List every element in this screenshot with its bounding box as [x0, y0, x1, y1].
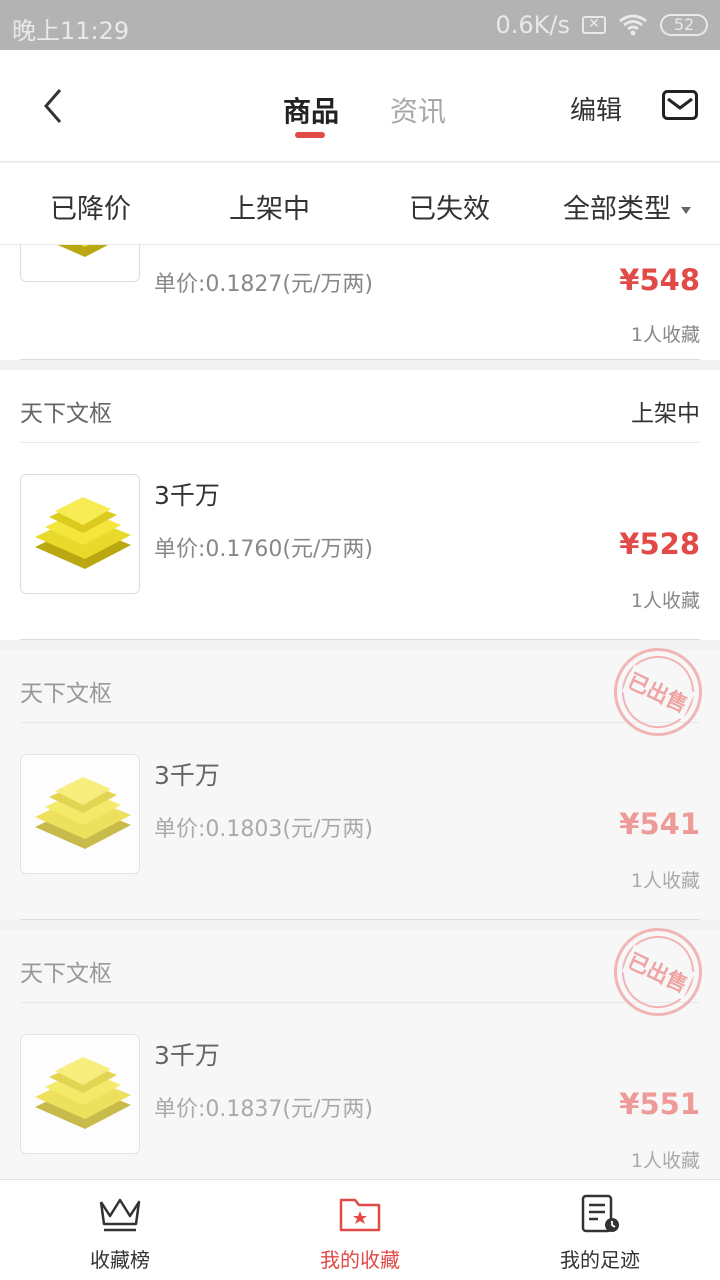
caret-down-icon — [681, 207, 691, 214]
battery-icon: 52 — [660, 14, 708, 36]
star-folder-icon — [339, 1198, 381, 1232]
seller-name: 天下文枢 — [20, 681, 112, 707]
gold-bar-icon — [20, 474, 140, 594]
nav-label: 我的收藏 — [320, 1248, 400, 1272]
favorite-count: 1人收藏 — [630, 324, 700, 346]
filter-expired[interactable]: 已失效 — [409, 187, 490, 226]
edit-button[interactable]: 编辑 — [570, 90, 622, 127]
card-header: 天下文枢 已出售 — [20, 913, 717, 1031]
seller-name: 天下文枢 — [20, 401, 112, 427]
bottom-nav: 收藏榜 我的收藏 我的足迹 — [0, 1179, 720, 1280]
favorites-list: 单价:0.1827(元/万两) ¥548 1人收藏 天下文枢 上架中 3千万 单… — [0, 245, 720, 1179]
list-item[interactable]: 天下文枢 已出售 3千万 单价:0.1803(元/万两) ¥541 1人收藏 — [0, 633, 720, 920]
nav-label: 我的足迹 — [560, 1248, 640, 1272]
gold-bar-icon — [20, 1034, 140, 1154]
filter-bar: 已降价 上架中 已失效 全部类型 — [0, 163, 720, 245]
sold-stamp-text: 已出售 — [621, 664, 695, 720]
sold-stamp: 已出售 — [599, 633, 717, 751]
favorite-count: 1人收藏 — [630, 590, 700, 612]
gold-bar-icon — [20, 754, 140, 874]
divider — [20, 359, 700, 360]
filter-all-types-label: 全部类型 — [563, 194, 671, 225]
sold-stamp-text: 已出售 — [621, 944, 695, 1000]
divider — [20, 919, 700, 920]
divider — [20, 639, 700, 640]
product-name: 3千万 — [154, 1041, 220, 1070]
tab-products[interactable]: 商品 — [283, 90, 339, 130]
nav-favorites-ranking[interactable]: 收藏榜 — [0, 1180, 240, 1280]
filter-on-sale[interactable]: 上架中 — [229, 187, 310, 226]
price: ¥548 — [619, 263, 700, 297]
price: ¥528 — [619, 527, 700, 561]
seller-name: 天下文枢 — [20, 961, 112, 987]
list-item[interactable]: 天下文枢 已出售 3千万 单价:0.1837(元/万两) ¥551 1人收藏 — [0, 913, 720, 1179]
sold-stamp: 已出售 — [599, 913, 717, 1031]
history-list-icon — [581, 1194, 619, 1233]
wifi-icon — [619, 14, 647, 36]
mail-icon[interactable] — [662, 90, 698, 120]
nav-label: 收藏榜 — [90, 1248, 150, 1272]
tab-news[interactable]: 资讯 — [390, 90, 446, 130]
card-header: 天下文枢 上架中 — [20, 370, 700, 443]
active-tab-indicator — [295, 132, 325, 138]
sim-off-icon: ✕ — [582, 16, 606, 34]
favorite-count: 1人收藏 — [630, 870, 700, 892]
unit-price: 单价:0.1827(元/万两) — [154, 272, 373, 297]
net-speed: 0.6K/s — [495, 11, 571, 39]
unit-price: 单价:0.1760(元/万两) — [154, 537, 373, 562]
unit-price: 单价:0.1803(元/万两) — [154, 817, 373, 842]
status-badge: 上架中 — [631, 401, 700, 427]
list-item[interactable]: 天下文枢 上架中 3千万 单价:0.1760(元/万两) ¥528 1人收藏 — [0, 370, 720, 640]
product-name: 3千万 — [154, 761, 220, 790]
list-item[interactable]: 单价:0.1827(元/万两) ¥548 1人收藏 — [0, 245, 720, 360]
product-name: 3千万 — [154, 481, 220, 510]
nav-my-history[interactable]: 我的足迹 — [480, 1180, 720, 1280]
status-right: 0.6K/s ✕ 52 — [495, 11, 708, 39]
unit-price: 单价:0.1837(元/万两) — [154, 1097, 373, 1122]
top-nav: 商品 资讯 编辑 — [0, 50, 720, 162]
status-time: 晚上11:29 — [12, 17, 130, 45]
nav-my-favorites[interactable]: 我的收藏 — [240, 1180, 480, 1280]
crown-icon — [99, 1198, 141, 1232]
filter-all-types[interactable]: 全部类型 — [563, 187, 691, 226]
price: ¥551 — [619, 1087, 700, 1121]
gold-bar-icon — [20, 245, 140, 282]
favorite-count: 1人收藏 — [630, 1150, 700, 1172]
price: ¥541 — [619, 807, 700, 841]
card-header: 天下文枢 已出售 — [20, 633, 717, 751]
filter-price-drop[interactable]: 已降价 — [50, 187, 131, 226]
status-bar: 晚上11:29 0.6K/s ✕ 52 — [0, 0, 720, 50]
back-arrow-icon[interactable] — [36, 86, 76, 126]
